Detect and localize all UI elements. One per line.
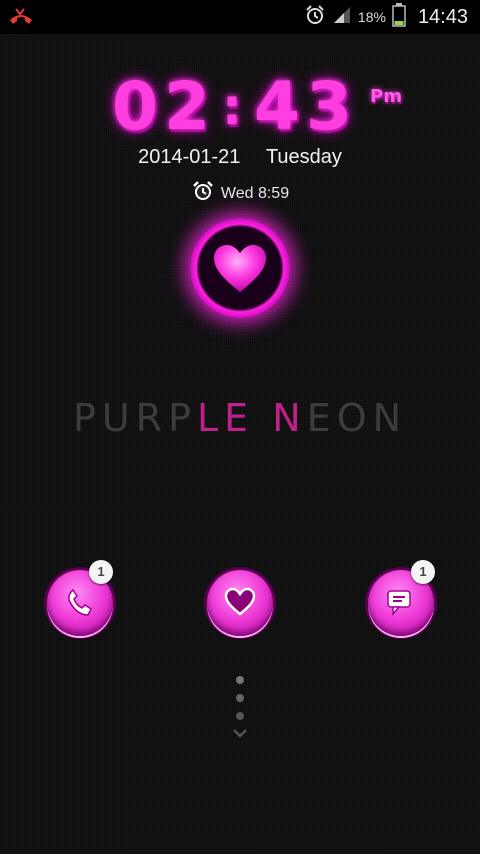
weekday-text: Tuesday [265,146,342,168]
clock-ampm: Pm [370,86,402,107]
battery-percent: 18% [357,9,386,25]
messages-badge: 1 [411,560,435,584]
alarm-label: Wed 8:59 [220,184,290,202]
signal-icon [332,5,352,30]
alarm-icon [304,4,326,31]
date-row: 2014-01-21 Tuesday [0,146,480,169]
status-bar: 18% 14:43 [0,0,480,34]
more-indicator[interactable] [228,672,252,744]
missed-call-icon [8,6,34,28]
phone-badge: 1 [89,560,113,584]
next-alarm: Wed 8:59 [0,180,480,207]
lockscreen-clock: 0 2 : 4 3 Pm [0,72,480,142]
battery-icon [392,2,406,32]
status-time: 14:43 [417,5,468,28]
theme-title: PURPLE NEON [0,396,480,440]
alarm-clock-icon [191,180,215,207]
date-text: 2014-01-21 [138,146,241,168]
clock-digit-hour-tens: 0 [112,68,158,145]
clock-digit-hour-ones: 2 [164,68,210,145]
heart-shortcut-button[interactable] [207,570,273,636]
clock-digit-minute-tens: 4 [254,68,300,145]
theme-title-part-2: LE N [197,396,307,440]
theme-title-part-3: EON [306,396,408,440]
unlock-heart-button[interactable] [190,218,290,318]
status-right: 18% 14:43 [304,0,468,34]
clock-digit-minute-ones: 3 [306,68,352,145]
theme-title-part-1: PURP [72,396,197,440]
clock-colon: : [222,78,242,136]
